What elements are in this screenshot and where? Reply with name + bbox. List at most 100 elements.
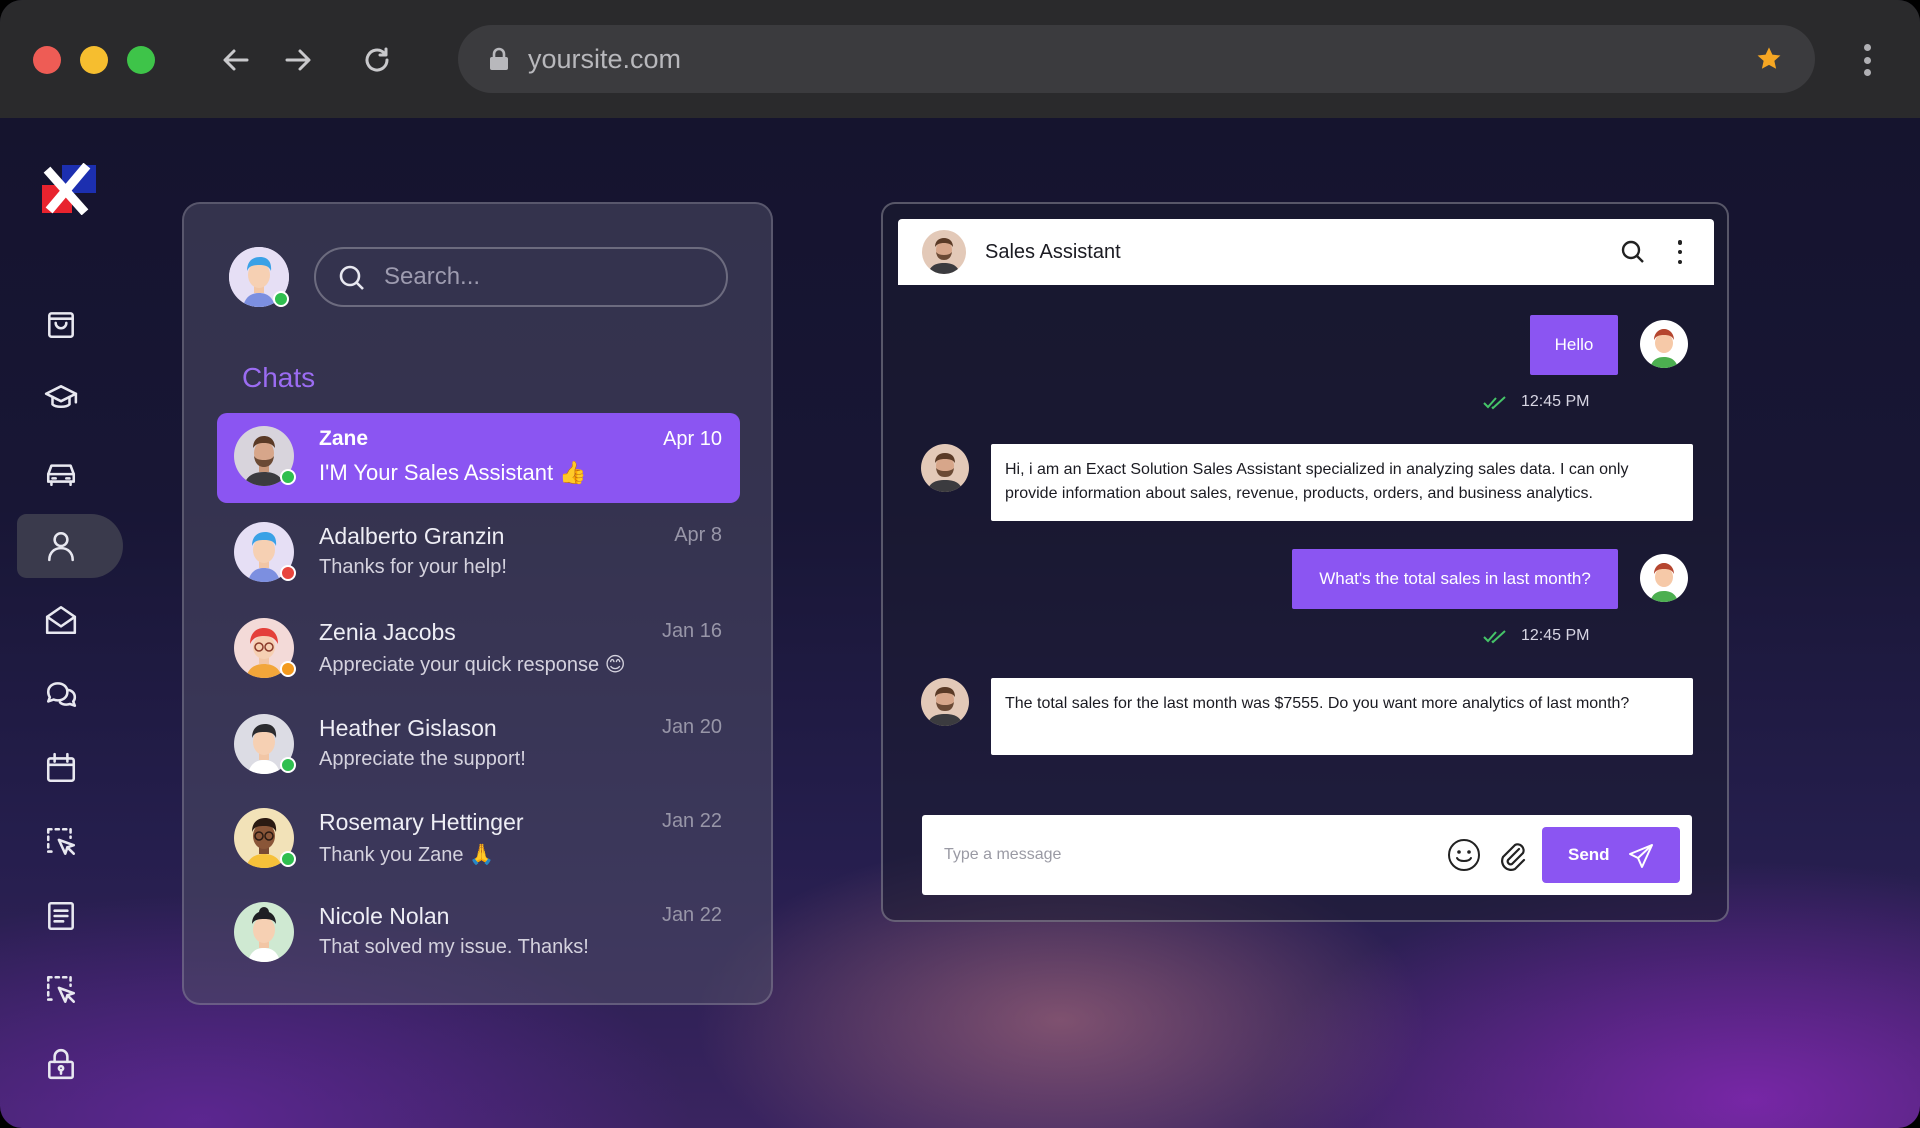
incoming-message: Hi, i am an Exact Solution Sales Assista… <box>991 444 1693 521</box>
message-date: Jan 22 <box>661 904 722 926</box>
browser-window: yoursite.com Search... Chats Zane I'M Yo… <box>0 0 1920 1128</box>
more-dot <box>1677 259 1683 264</box>
message-input[interactable] <box>944 837 1414 873</box>
sidebar-item-shop[interactable] <box>17 292 123 356</box>
search-box[interactable] <box>314 247 728 307</box>
search-input[interactable] <box>384 259 704 295</box>
back-button[interactable] <box>214 38 258 82</box>
busy-status-dot <box>280 565 296 581</box>
last-message: Thank you Zane 🙏 <box>319 844 494 866</box>
menu-dot <box>1863 56 1871 64</box>
online-status-dot <box>273 291 289 307</box>
mail-open-icon <box>45 605 77 635</box>
message-time: 12:45 PM <box>1521 393 1590 410</box>
menu-dot <box>1863 69 1871 76</box>
forward-button[interactable] <box>276 38 320 82</box>
emoji-icon[interactable] <box>1446 837 1482 873</box>
sidebar-item-calendar[interactable] <box>17 736 123 800</box>
maximize-window-button[interactable] <box>127 46 155 74</box>
chat-list-panel: Chats Zane I'M Your Sales Assistant 👍 Ap… <box>182 202 773 1005</box>
online-status-dot <box>280 757 296 773</box>
assistant-avatar <box>922 230 966 274</box>
select-cursor-icon <box>46 827 76 855</box>
last-message: Appreciate your quick response 😊 <box>319 654 626 676</box>
search-icon <box>339 265 364 290</box>
user-avatar <box>1640 554 1688 602</box>
conversation-more-button[interactable] <box>1676 240 1684 264</box>
contact-name: Zenia Jacobs <box>319 619 456 645</box>
more-dot <box>1677 249 1683 255</box>
document-icon <box>48 901 74 931</box>
message-date: Apr 10 <box>663 428 722 450</box>
assistant-avatar <box>921 444 969 492</box>
outgoing-message: Hello <box>1530 315 1618 375</box>
last-message: I'M Your Sales Assistant 👍 <box>319 460 587 485</box>
sidebar-item-selection-2[interactable] <box>17 958 123 1022</box>
sidebar-item-users[interactable] <box>17 514 123 578</box>
paperclip-icon[interactable] <box>1494 837 1530 873</box>
sidebar-item-chats[interactable] <box>17 662 123 726</box>
chat-bubbles-icon <box>46 682 77 707</box>
close-window-button[interactable] <box>33 46 61 74</box>
sidebar-item-mail[interactable] <box>17 588 123 652</box>
double-check-icon <box>1483 396 1506 410</box>
lock-icon <box>490 47 508 70</box>
message-date: Apr 8 <box>674 524 722 546</box>
chat-item-zenia[interactable]: Zenia Jacobs Appreciate your quick respo… <box>217 605 740 695</box>
arrow-left-icon <box>223 49 249 71</box>
graduation-cap-icon <box>44 385 78 409</box>
message-composer: Send <box>922 815 1692 895</box>
message-date: Jan 22 <box>661 810 722 832</box>
browser-menu-button[interactable] <box>1852 40 1882 80</box>
message-date: Jan 20 <box>661 716 722 738</box>
browser-toolbar: yoursite.com <box>0 0 1920 118</box>
reload-icon <box>365 47 389 72</box>
calendar-icon <box>46 752 76 783</box>
conversation-panel: Sales Assistant Hello 12:45 PM Hi, i am … <box>881 202 1729 922</box>
contact-name: Adalberto Granzin <box>319 523 505 549</box>
arrow-right-icon <box>285 49 311 71</box>
avatar <box>234 902 294 962</box>
user-icon <box>48 531 74 562</box>
address-bar[interactable]: yoursite.com <box>458 25 1815 93</box>
menu-dot <box>1863 44 1871 51</box>
assistant-avatar <box>921 678 969 726</box>
conversation-title: Sales Assistant <box>985 241 1121 263</box>
conversation-header: Sales Assistant <box>898 219 1714 285</box>
sidebar-item-documents[interactable] <box>17 884 123 948</box>
more-dot <box>1677 240 1683 245</box>
contact-name: Rosemary Hettinger <box>319 809 524 835</box>
contact-name: Heather Gislason <box>319 715 497 741</box>
paper-plane-icon <box>1629 844 1653 868</box>
double-check-icon <box>1483 630 1506 644</box>
chat-item-nicole[interactable]: Nicole Nolan That solved my issue. Thank… <box>217 889 740 979</box>
outgoing-message: What's the total sales in last month? <box>1292 549 1618 609</box>
url-text: yoursite.com <box>528 44 682 74</box>
chat-item-rosemary[interactable]: Rosemary Hettinger Thank you Zane 🙏 Jan … <box>217 795 740 885</box>
online-status-dot <box>280 851 296 867</box>
sidebar-item-selection[interactable] <box>17 810 123 874</box>
conversation-search-button[interactable] <box>1620 239 1646 265</box>
chat-item-heather[interactable]: Heather Gislason Appreciate the support!… <box>217 701 740 791</box>
sidebar-item-vehicles[interactable] <box>17 440 123 504</box>
car-icon <box>46 464 76 487</box>
last-message: Thanks for your help! <box>319 556 507 578</box>
reload-button[interactable] <box>355 38 399 82</box>
sidebar-item-security[interactable] <box>17 1032 123 1096</box>
chat-item-adalberto[interactable]: Adalberto Granzin Thanks for your help! … <box>217 509 740 599</box>
app-logo[interactable] <box>42 163 98 215</box>
contact-name: Nicole Nolan <box>319 903 450 929</box>
bookmark-star-icon[interactable] <box>1755 45 1783 73</box>
minimize-window-button[interactable] <box>80 46 108 74</box>
sidebar-item-education[interactable] <box>17 366 123 430</box>
select-cursor-icon <box>46 975 76 1003</box>
incoming-message: The total sales for the last month was $… <box>991 678 1693 755</box>
send-button[interactable]: Send <box>1542 827 1680 883</box>
last-message: Appreciate the support! <box>319 748 526 770</box>
send-button-label: Send <box>1568 845 1610 864</box>
online-status-dot <box>280 469 296 485</box>
chat-item-zane[interactable]: Zane I'M Your Sales Assistant 👍 Apr 10 <box>217 413 740 503</box>
user-avatar <box>1640 320 1688 368</box>
message-time: 12:45 PM <box>1521 627 1590 644</box>
lock-icon <box>48 1048 74 1080</box>
